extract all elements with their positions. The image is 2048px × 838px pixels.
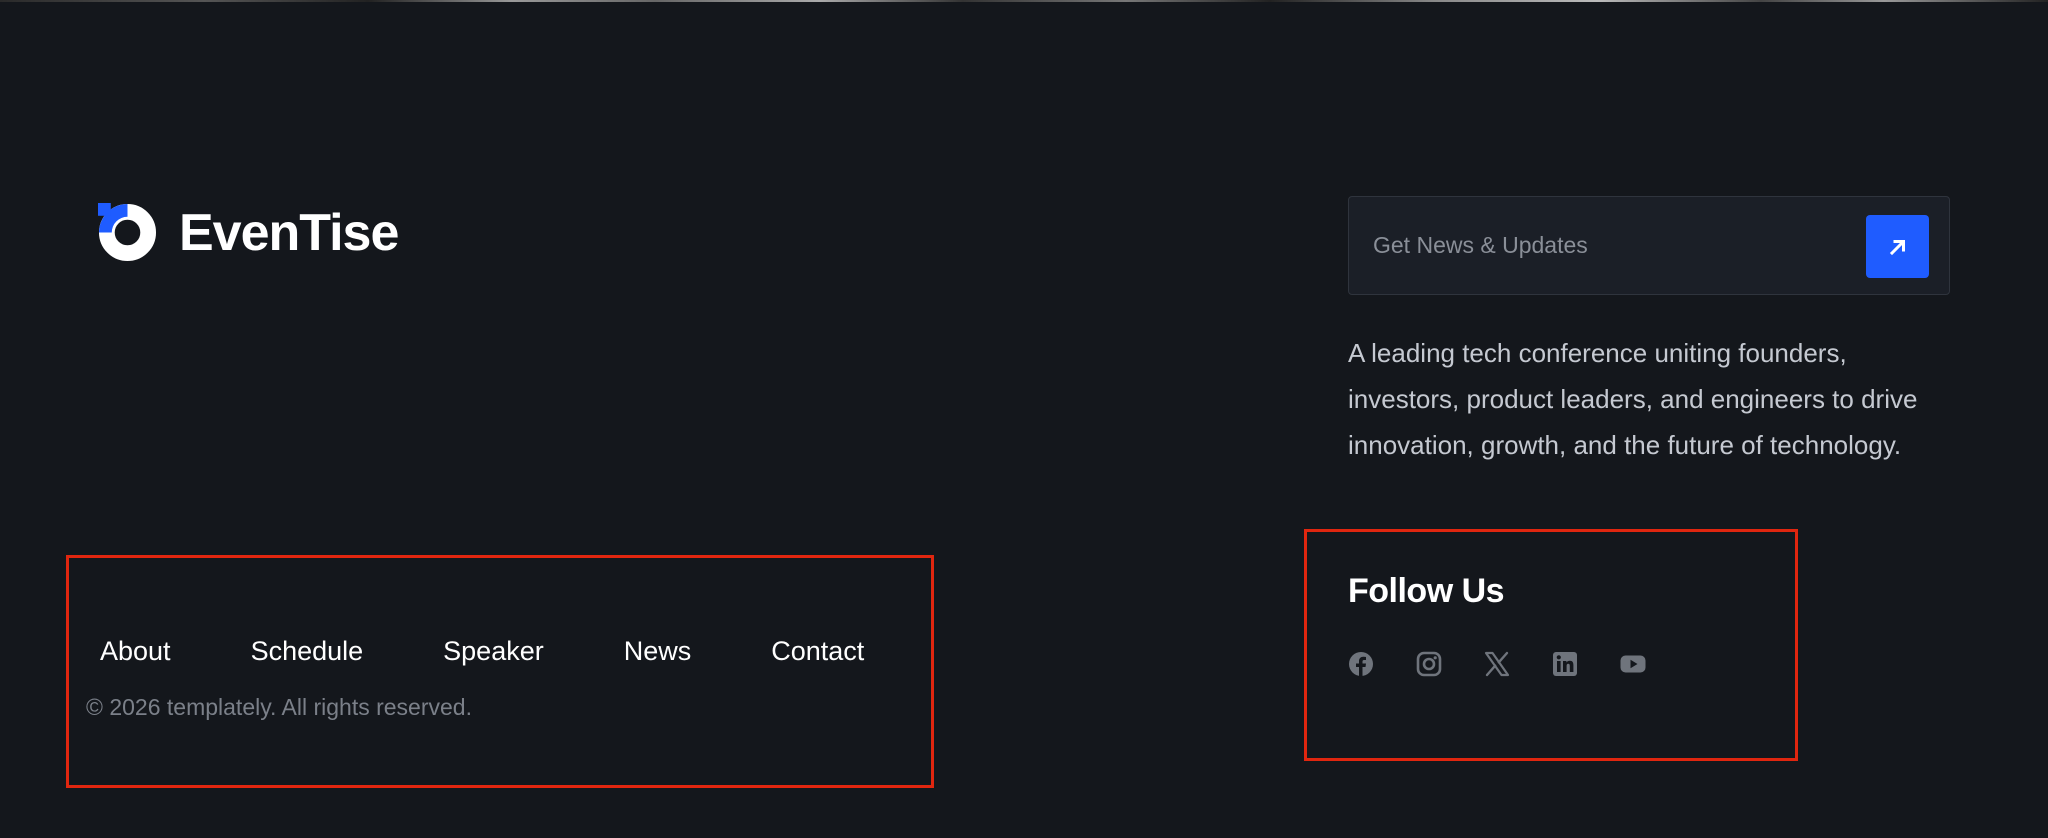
- youtube-icon[interactable]: [1620, 651, 1646, 677]
- brand-logo[interactable]: EvenTise: [98, 203, 399, 262]
- newsletter-email-input[interactable]: [1373, 197, 1853, 294]
- brand-name: EvenTise: [179, 203, 399, 262]
- nav-link-news[interactable]: News: [624, 636, 692, 667]
- newsletter-submit-button[interactable]: [1866, 215, 1929, 278]
- follow-us-highlight-box: [1304, 529, 1798, 761]
- section-divider-strip: [0, 0, 2048, 2]
- footer-nav: About Schedule Speaker News Contact: [100, 636, 864, 667]
- x-twitter-icon[interactable]: [1484, 651, 1510, 677]
- follow-us-title: Follow Us: [1348, 572, 1505, 610]
- footer-description: A leading tech conference uniting founde…: [1348, 338, 1918, 460]
- nav-link-speaker[interactable]: Speaker: [443, 636, 544, 667]
- arrow-up-right-icon: [1889, 239, 1905, 255]
- facebook-icon[interactable]: [1348, 651, 1374, 677]
- nav-link-about[interactable]: About: [100, 636, 171, 667]
- social-links: [1348, 651, 1688, 677]
- linkedin-icon[interactable]: [1552, 651, 1578, 677]
- nav-link-schedule[interactable]: Schedule: [251, 636, 364, 667]
- copyright-text: © 2026 templately. All rights reserved.: [86, 694, 472, 720]
- nav-link-contact[interactable]: Contact: [771, 636, 864, 667]
- instagram-icon[interactable]: [1416, 651, 1442, 677]
- newsletter-form: [1348, 196, 1950, 295]
- nav-highlight-box: [66, 555, 934, 788]
- footer-section: EvenTise A leading tech conference uniti…: [0, 0, 2048, 838]
- ring-logo-icon: [98, 203, 157, 262]
